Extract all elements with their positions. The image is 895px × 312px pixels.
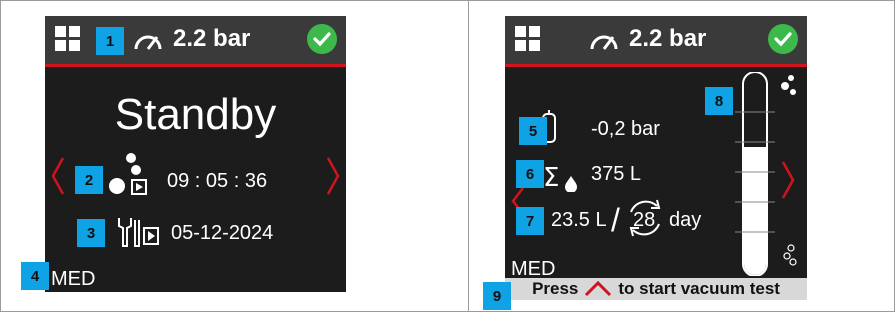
chevron-left-icon[interactable] bbox=[51, 156, 65, 196]
rate-unit: day bbox=[669, 209, 702, 231]
status-header: 2.2 bar bbox=[45, 16, 346, 67]
status-ok-icon bbox=[307, 24, 337, 54]
rate-volume: 23.5 L bbox=[551, 209, 607, 231]
pressure-value: 2.2 bar bbox=[629, 25, 707, 52]
callout-badge: 6 bbox=[516, 160, 544, 188]
sum-drop-icon: Σ bbox=[543, 163, 577, 192]
vacuum-screen: 2.2 bar -0,2 bar Σ 375 L 23.5 L / 28 day bbox=[505, 16, 807, 300]
grid-menu-icon[interactable] bbox=[515, 26, 541, 52]
status-header: 2.2 bar bbox=[505, 16, 807, 67]
callout-badge: 1 bbox=[96, 27, 124, 55]
panel-divider bbox=[468, 0, 469, 312]
pressure-value: 2.2 bar bbox=[173, 25, 251, 52]
vacuum-value: -0,2 bar bbox=[591, 118, 660, 140]
svg-text:Σ: Σ bbox=[543, 163, 559, 192]
total-value: 375 L bbox=[591, 163, 642, 185]
rate-separator: / bbox=[611, 202, 620, 238]
callout-badge: 4 bbox=[21, 262, 49, 290]
footer-press-label: Press bbox=[532, 279, 579, 298]
callout-badge: 9 bbox=[483, 282, 511, 310]
bubbles-play-icon bbox=[109, 153, 147, 195]
chevron-right-icon[interactable] bbox=[326, 156, 340, 196]
rate-days: 28 bbox=[633, 209, 656, 231]
callout-badge: 3 bbox=[77, 219, 105, 247]
standby-screen: 2.2 bar Standby 09 : 05 : 36 05-12-2024 … bbox=[45, 16, 346, 292]
grid-menu-icon[interactable] bbox=[55, 26, 81, 52]
callout-badge: 2 bbox=[75, 166, 103, 194]
status-ok-icon bbox=[768, 24, 798, 54]
callout-badge: 8 bbox=[705, 87, 733, 115]
service-date: 05-12-2024 bbox=[171, 222, 274, 244]
pressure-gauge-icon bbox=[590, 35, 618, 50]
vacuum-test-prompt[interactable]: Press to start vacuum test bbox=[505, 278, 807, 300]
mode-label: MED bbox=[51, 268, 96, 290]
callout-badge: 5 bbox=[519, 117, 547, 145]
level-tube bbox=[735, 72, 797, 276]
tools-play-icon bbox=[118, 218, 159, 247]
pressure-gauge-icon bbox=[134, 35, 162, 50]
footer-action-label: to start vacuum test bbox=[618, 279, 780, 298]
timer-value: 09 : 05 : 36 bbox=[167, 170, 268, 192]
callout-badge: 7 bbox=[516, 207, 544, 235]
status-title: Standby bbox=[114, 90, 277, 139]
up-arrow-icon[interactable] bbox=[584, 281, 612, 297]
